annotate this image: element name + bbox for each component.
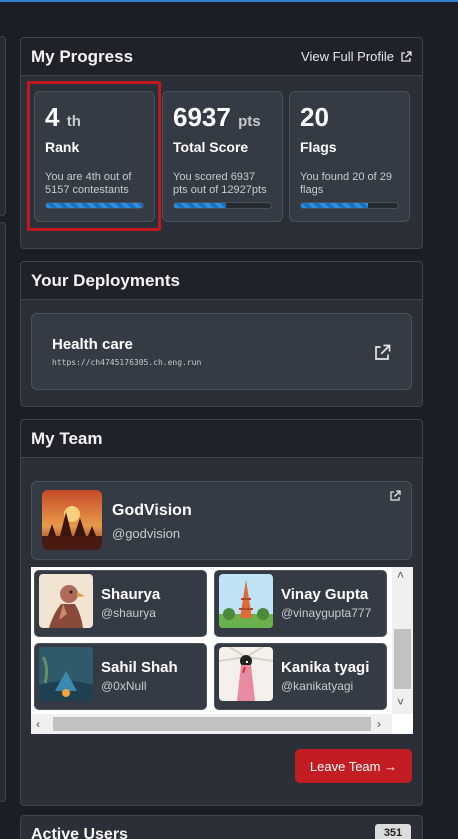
flags-value: 20 bbox=[300, 102, 329, 132]
team-name: GodVision bbox=[112, 502, 192, 519]
progress-title: My Progress bbox=[31, 46, 134, 66]
scroll-left-icon[interactable]: ‹ bbox=[36, 717, 40, 731]
external-link-icon[interactable] bbox=[389, 490, 401, 502]
scroll-up-icon[interactable]: ˄ bbox=[397, 568, 404, 582]
leave-team-button[interactable]: Leave Team → bbox=[295, 749, 412, 783]
member-name: Shaurya bbox=[101, 586, 161, 603]
flags-card: 20 Flags You found 20 of 29 flags bbox=[289, 91, 410, 222]
member-avatar bbox=[39, 574, 93, 628]
member-card[interactable]: Vinay Gupta @vinaygupta777 bbox=[214, 570, 387, 637]
member-card[interactable]: Shaurya @shaurya bbox=[34, 570, 207, 637]
vertical-scrollbar[interactable]: ˄ ˅ bbox=[392, 567, 413, 714]
team-panel: My Team GodVision @godvision Shaurya @sh… bbox=[20, 419, 423, 806]
horizontal-scrollbar[interactable]: ‹ › bbox=[31, 714, 392, 734]
horizontal-scroll-thumb[interactable] bbox=[53, 717, 371, 731]
team-handle: @godvision bbox=[112, 526, 181, 541]
score-progress-fill bbox=[174, 203, 227, 208]
scroll-down-icon[interactable]: ˅ bbox=[397, 695, 404, 709]
member-card[interactable]: Sahil Shah @0xNull bbox=[34, 643, 207, 710]
left-panel-edge bbox=[0, 36, 6, 216]
deployments-header: Your Deployments bbox=[21, 262, 422, 300]
member-avatar bbox=[39, 647, 93, 701]
member-handle: @0xNull bbox=[101, 679, 147, 693]
view-profile-label: View Full Profile bbox=[301, 49, 394, 64]
score-card: 6937 pts Total Score You scored 6937 pts… bbox=[162, 91, 283, 222]
member-handle: @kanikatyagi bbox=[281, 679, 354, 693]
score-label: Total Score bbox=[173, 139, 249, 155]
flags-label: Flags bbox=[300, 139, 337, 155]
member-card[interactable]: Kanika tyagi @kanikatyagi bbox=[214, 643, 387, 710]
score-desc: You scored 6937 pts out of 12927pts bbox=[173, 171, 267, 196]
member-name: Kanika tyagi bbox=[281, 659, 370, 676]
member-avatar bbox=[219, 647, 273, 701]
member-handle: @shaurya bbox=[101, 606, 156, 620]
deployment-url: https://ch4745176305.ch.eng.run bbox=[52, 358, 202, 367]
view-full-profile-link[interactable]: View Full Profile bbox=[301, 49, 412, 64]
active-users-count-badge: 351 bbox=[375, 824, 411, 839]
flags-progress-fill bbox=[301, 203, 368, 208]
team-card[interactable]: GodVision @godvision bbox=[31, 481, 412, 560]
external-link-icon bbox=[401, 50, 412, 62]
team-title: My Team bbox=[31, 428, 103, 448]
deployment-name: Health care bbox=[52, 336, 133, 353]
score-value: 6937 pts bbox=[173, 102, 261, 132]
member-name: Sahil Shah bbox=[101, 659, 178, 676]
deployment-card[interactable]: Health care https://ch4745176305.ch.eng.… bbox=[31, 313, 412, 390]
rank-highlight-box bbox=[27, 81, 161, 231]
deployments-panel: Your Deployments Health care https://ch4… bbox=[20, 261, 423, 407]
member-name: Vinay Gupta bbox=[281, 586, 369, 603]
member-handle: @vinaygupta777 bbox=[281, 606, 372, 620]
deployments-title: Your Deployments bbox=[31, 270, 180, 290]
flags-desc: You found 20 of 29 flags bbox=[300, 171, 392, 196]
progress-header: My Progress View Full Profile bbox=[21, 38, 422, 76]
external-link-icon[interactable] bbox=[373, 344, 391, 362]
vertical-scroll-thumb[interactable] bbox=[394, 629, 411, 689]
scroll-right-icon[interactable]: › bbox=[377, 717, 381, 731]
left-panel-edge bbox=[0, 222, 6, 802]
top-accent-line bbox=[0, 0, 458, 2]
team-avatar bbox=[42, 490, 102, 550]
active-users-title: Active Users bbox=[31, 826, 128, 839]
team-members-list[interactable]: Shaurya @shaurya Vinay Gupta @vinaygupta… bbox=[31, 567, 413, 734]
member-avatar bbox=[219, 574, 273, 628]
flags-progress-bar bbox=[300, 202, 399, 209]
score-progress-bar bbox=[173, 202, 272, 209]
team-header: My Team bbox=[21, 420, 422, 458]
